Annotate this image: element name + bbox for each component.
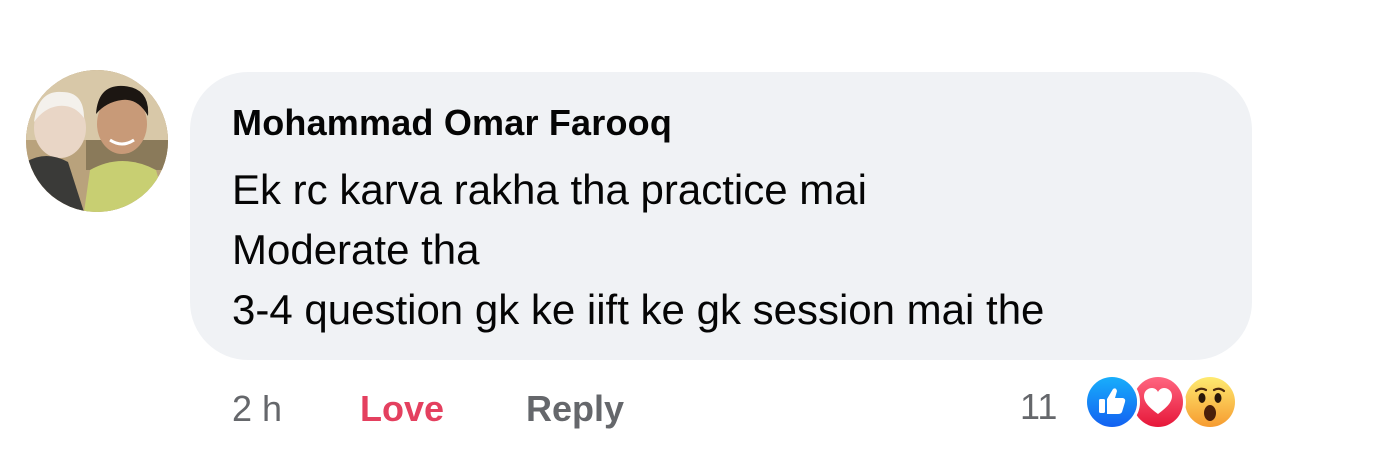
love-button[interactable]: Love xyxy=(360,388,444,430)
comment-actions: 2 h Love Reply 11 xyxy=(0,374,1376,438)
comment-text-line: 3-4 question gk ke iift ke gk session ma… xyxy=(232,286,1045,333)
comment-text-line: Moderate tha xyxy=(232,226,480,273)
wow-icon xyxy=(1182,374,1238,430)
reactions-summary[interactable]: 11 xyxy=(1020,374,1260,434)
like-icon xyxy=(1084,374,1140,430)
timestamp[interactable]: 2 h xyxy=(232,388,282,430)
reaction-count: 11 xyxy=(1020,386,1058,427)
comment-text-line: Ek rc karva rakha tha practice mai xyxy=(232,166,867,213)
avatar[interactable] xyxy=(26,70,168,212)
comment: Mohammad Omar Farooq Ek rc karva rakha t… xyxy=(0,0,1376,470)
author-name[interactable]: Mohammad Omar Farooq xyxy=(232,102,672,144)
reply-button[interactable]: Reply xyxy=(526,388,624,430)
comment-bubble: Mohammad Omar Farooq Ek rc karva rakha t… xyxy=(190,72,1252,360)
